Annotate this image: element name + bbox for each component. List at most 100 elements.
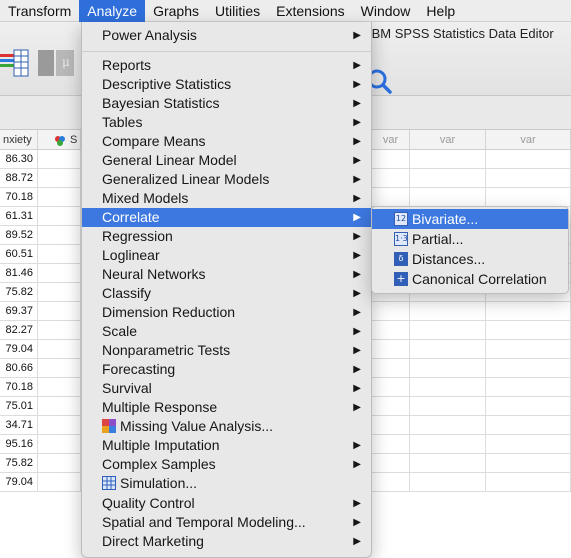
table-cell[interactable]: [410, 454, 486, 473]
menu-item-compare-means[interactable]: Compare Means ▶: [82, 132, 371, 151]
table-cell[interactable]: [486, 359, 571, 378]
table-cell[interactable]: [372, 378, 410, 397]
menu-item-general-linear-model[interactable]: General Linear Model ▶: [82, 151, 371, 170]
submenu-item-bivariate[interactable]: 12 Bivariate...: [372, 209, 568, 229]
menu-item-nonparametric-tests[interactable]: Nonparametric Tests ▶: [82, 341, 371, 360]
table-cell[interactable]: [38, 226, 81, 245]
column-header-s[interactable]: S: [38, 130, 81, 150]
value-labels-icon[interactable]: μ: [36, 48, 76, 82]
menu-item-multiple-response[interactable]: Multiple Response ▶: [82, 398, 371, 417]
menu-item-generalized-linear-models[interactable]: Generalized Linear Models ▶: [82, 170, 371, 189]
table-cell[interactable]: [372, 473, 410, 492]
column-header-var[interactable]: var: [486, 130, 571, 150]
table-cell[interactable]: [410, 397, 486, 416]
menu-item-missing-value-analysis[interactable]: Missing Value Analysis...: [82, 417, 371, 436]
menu-transform[interactable]: Transform: [0, 0, 79, 22]
variables-icon[interactable]: [0, 48, 30, 82]
table-cell[interactable]: [38, 435, 81, 454]
table-cell[interactable]: [410, 435, 486, 454]
table-cell-anxiety[interactable]: 34.71: [0, 416, 38, 435]
menu-item-dimension-reduction[interactable]: Dimension Reduction ▶: [82, 303, 371, 322]
table-cell-anxiety[interactable]: 80.66: [0, 359, 38, 378]
table-cell[interactable]: [38, 188, 81, 207]
table-cell-anxiety[interactable]: 79.04: [0, 473, 38, 492]
menu-item-classify[interactable]: Classify ▶: [82, 284, 371, 303]
menu-extensions[interactable]: Extensions: [268, 0, 352, 22]
table-cell[interactable]: [372, 169, 410, 188]
menu-item-spatial-temporal-modeling[interactable]: Spatial and Temporal Modeling... ▶: [82, 513, 371, 532]
table-cell-anxiety[interactable]: 70.18: [0, 378, 38, 397]
table-cell[interactable]: [38, 378, 81, 397]
table-cell[interactable]: [372, 302, 410, 321]
menu-item-reports[interactable]: Reports ▶: [82, 56, 371, 75]
table-cell-anxiety[interactable]: 75.82: [0, 454, 38, 473]
menu-help[interactable]: Help: [418, 0, 463, 22]
table-cell[interactable]: [486, 397, 571, 416]
table-cell[interactable]: [410, 302, 486, 321]
table-cell[interactable]: [372, 435, 410, 454]
menu-item-direct-marketing[interactable]: Direct Marketing ▶: [82, 532, 371, 551]
menu-item-correlate[interactable]: Correlate ▶: [82, 208, 371, 227]
submenu-item-distances[interactable]: δ Distances...: [372, 249, 568, 269]
table-cell[interactable]: [486, 321, 571, 340]
table-cell-anxiety[interactable]: 88.72: [0, 169, 38, 188]
table-cell[interactable]: [410, 188, 486, 207]
menu-item-complex-samples[interactable]: Complex Samples ▶: [82, 455, 371, 474]
menu-item-multiple-imputation[interactable]: Multiple Imputation ▶: [82, 436, 371, 455]
table-cell-anxiety[interactable]: 60.51: [0, 245, 38, 264]
table-cell[interactable]: [38, 207, 81, 226]
table-cell[interactable]: [38, 150, 81, 169]
table-cell[interactable]: [38, 397, 81, 416]
table-cell[interactable]: [38, 283, 81, 302]
table-cell-anxiety[interactable]: 70.18: [0, 188, 38, 207]
table-cell[interactable]: [372, 397, 410, 416]
table-cell-anxiety[interactable]: 61.31: [0, 207, 38, 226]
table-cell[interactable]: [372, 359, 410, 378]
table-cell[interactable]: [38, 245, 81, 264]
table-cell[interactable]: [486, 454, 571, 473]
menu-analyze[interactable]: Analyze: [79, 0, 146, 22]
menu-item-mixed-models[interactable]: Mixed Models ▶: [82, 189, 371, 208]
table-cell[interactable]: [372, 188, 410, 207]
table-cell[interactable]: [410, 169, 486, 188]
table-cell[interactable]: [486, 435, 571, 454]
menu-item-bayesian-statistics[interactable]: Bayesian Statistics ▶: [82, 94, 371, 113]
submenu-item-partial[interactable]: 1·3 Partial...: [372, 229, 568, 249]
table-cell-anxiety[interactable]: 81.46: [0, 264, 38, 283]
table-cell[interactable]: [486, 188, 571, 207]
menu-item-quality-control[interactable]: Quality Control ▶: [82, 494, 371, 513]
column-header-anxiety[interactable]: nxiety: [0, 130, 38, 150]
menu-window[interactable]: Window: [353, 0, 419, 22]
table-cell[interactable]: [38, 416, 81, 435]
table-cell[interactable]: [372, 321, 410, 340]
table-cell[interactable]: [38, 264, 81, 283]
table-cell[interactable]: [38, 169, 81, 188]
table-cell[interactable]: [38, 473, 81, 492]
table-cell[interactable]: [372, 416, 410, 435]
table-cell[interactable]: [410, 473, 486, 492]
table-cell[interactable]: [372, 150, 410, 169]
menu-item-descriptive-statistics[interactable]: Descriptive Statistics ▶: [82, 75, 371, 94]
menu-item-tables[interactable]: Tables ▶: [82, 113, 371, 132]
column-header-var[interactable]: var: [372, 130, 410, 150]
table-cell[interactable]: [410, 359, 486, 378]
table-cell[interactable]: [372, 340, 410, 359]
menu-item-neural-networks[interactable]: Neural Networks ▶: [82, 265, 371, 284]
table-cell[interactable]: [486, 169, 571, 188]
column-header-var[interactable]: var: [410, 130, 486, 150]
table-cell[interactable]: [38, 340, 81, 359]
menu-utilities[interactable]: Utilities: [207, 0, 268, 22]
table-cell[interactable]: [38, 321, 81, 340]
table-cell[interactable]: [38, 359, 81, 378]
table-cell-anxiety[interactable]: 95.16: [0, 435, 38, 454]
table-cell[interactable]: [372, 454, 410, 473]
menu-item-scale[interactable]: Scale ▶: [82, 322, 371, 341]
table-cell-anxiety[interactable]: 75.01: [0, 397, 38, 416]
submenu-item-canonical-correlation[interactable]: + Canonical Correlation: [372, 269, 568, 289]
menu-item-loglinear[interactable]: Loglinear ▶: [82, 246, 371, 265]
table-cell[interactable]: [486, 473, 571, 492]
table-cell[interactable]: [486, 340, 571, 359]
table-cell-anxiety[interactable]: 86.30: [0, 150, 38, 169]
table-cell-anxiety[interactable]: 75.82: [0, 283, 38, 302]
menu-item-survival[interactable]: Survival ▶: [82, 379, 371, 398]
